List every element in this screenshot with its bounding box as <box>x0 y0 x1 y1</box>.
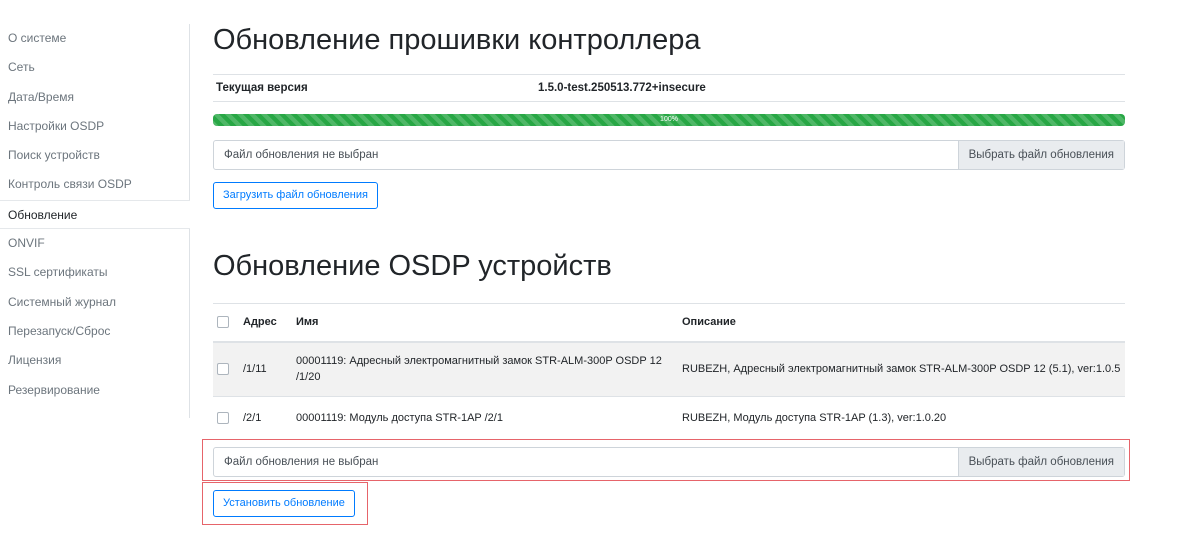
sidebar-item-onvif[interactable]: ONVIF <box>0 229 189 258</box>
upload-firmware-button[interactable]: Загрузить файл обновления <box>213 182 378 209</box>
column-header-name: Имя <box>292 303 678 343</box>
sidebar-item-backup[interactable]: Резервирование <box>0 376 189 405</box>
firmware-file-input[interactable]: Файл обновления не выбран Выбрать файл о… <box>213 140 1125 170</box>
table-row[interactable]: /1/11 00001119: Адресный электромагнитны… <box>213 341 1125 397</box>
sidebar-item-license[interactable]: Лицензия <box>0 346 189 375</box>
row-checkbox-cell <box>213 341 239 397</box>
row-checkbox-cell <box>213 396 239 439</box>
table-row[interactable]: /2/1 00001119: Модуль доступа STR-1AP /2… <box>213 396 1125 439</box>
table-header-row: Адрес Имя Описание <box>213 303 1125 343</box>
current-version-label: Текущая версия <box>216 82 308 94</box>
row-checkbox[interactable] <box>217 411 229 424</box>
highlight-frame <box>202 482 368 525</box>
firmware-progress-fill: 100% <box>213 114 1125 126</box>
sidebar-item-network[interactable]: Сеть <box>0 53 189 82</box>
device-name: 00001119: Адресный электромагнитный замо… <box>292 341 678 397</box>
sidebar-item-update[interactable]: Обновление <box>0 199 190 230</box>
device-description: RUBEZH, Модуль доступа STR-1AP (1.3), ve… <box>678 396 1125 439</box>
osdp-section-title: Обновление OSDP устройств <box>213 250 612 282</box>
device-name: 00001119: Модуль доступа STR-1AP /2/1 <box>292 396 678 439</box>
highlight-frame <box>202 439 1130 481</box>
sidebar-item-about[interactable]: О системе <box>0 24 189 53</box>
firmware-choose-file-button[interactable]: Выбрать файл обновления <box>957 141 1124 169</box>
sidebar-item-device-search[interactable]: Поиск устройств <box>0 141 189 170</box>
select-all-checkbox[interactable] <box>217 316 229 329</box>
current-version-value: 1.5.0-test.250513.772+insecure <box>538 82 706 94</box>
device-description: RUBEZH, Адресный электромагнитный замок … <box>678 341 1125 397</box>
sidebar-item-datetime[interactable]: Дата/Время <box>0 83 189 112</box>
sidebar-item-restart-reset[interactable]: Перезапуск/Сброс <box>0 317 189 346</box>
sidebar-item-osdp-settings[interactable]: Настройки OSDP <box>0 112 189 141</box>
sidebar-nav: О системе Сеть Дата/Время Настройки OSDP… <box>0 24 190 418</box>
device-address: /2/1 <box>239 396 292 439</box>
osdp-devices-table: Адрес Имя Описание /1/11 00001119: Адрес… <box>213 303 1125 439</box>
sidebar-item-osdp-link-control[interactable]: Контроль связи OSDP <box>0 170 189 199</box>
firmware-section-title: Обновление прошивки контроллера <box>213 24 701 56</box>
select-all-cell <box>213 303 239 343</box>
firmware-progress-bar: 100% <box>213 114 1125 126</box>
sidebar-item-system-log[interactable]: Системный журнал <box>0 288 189 317</box>
row-checkbox[interactable] <box>217 363 229 376</box>
current-version-row: Текущая версия 1.5.0-test.250513.772+ins… <box>213 74 1125 102</box>
column-header-description: Описание <box>678 303 1125 343</box>
column-header-address: Адрес <box>239 303 292 343</box>
device-address: /1/11 <box>239 341 292 397</box>
sidebar-item-ssl-certificates[interactable]: SSL сертификаты <box>0 258 189 287</box>
firmware-file-label: Файл обновления не выбран <box>224 149 379 161</box>
